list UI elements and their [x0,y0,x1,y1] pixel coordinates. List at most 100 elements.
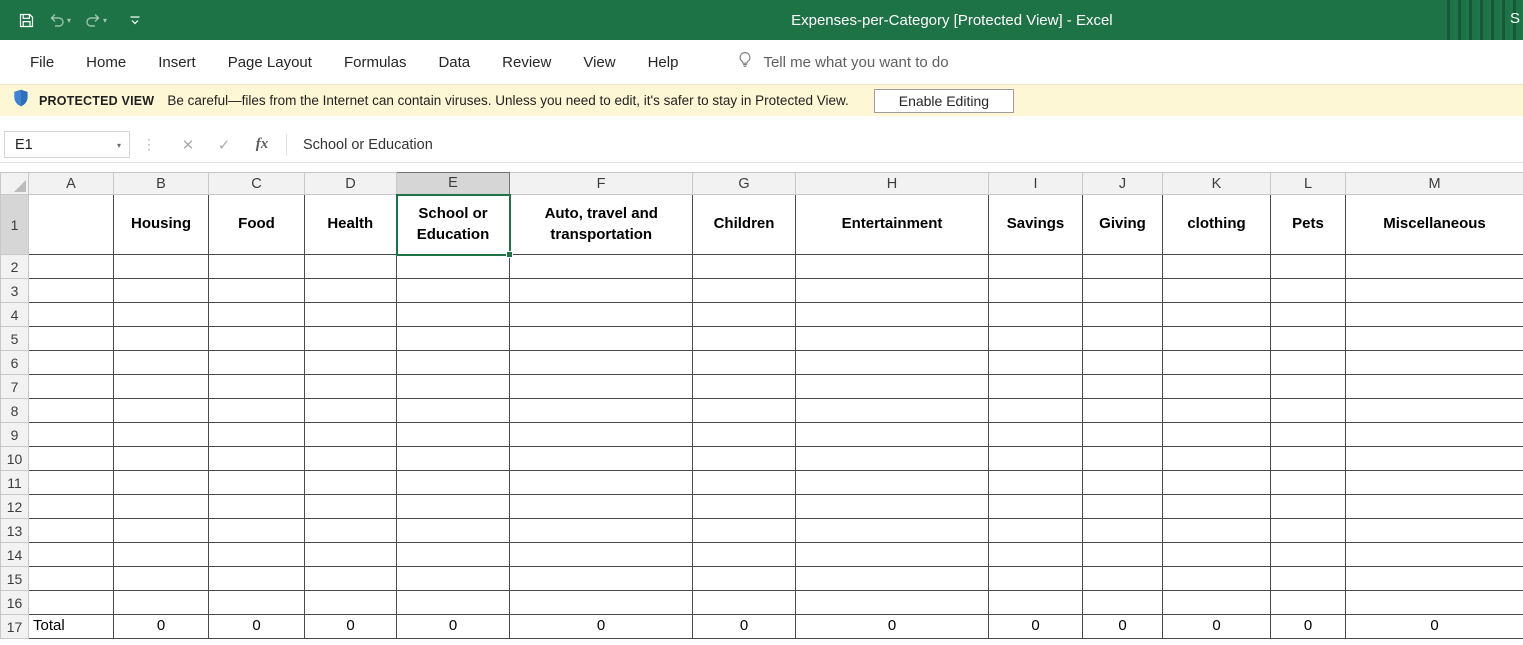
cell-E5[interactable] [397,327,510,351]
redo-dropdown-caret[interactable]: ▾ [103,16,107,25]
cell-L8[interactable] [1271,399,1346,423]
cell-I16[interactable] [989,591,1083,615]
cell-I12[interactable] [989,495,1083,519]
cell-G13[interactable] [693,519,796,543]
cell-L12[interactable] [1271,495,1346,519]
cell-L2[interactable] [1271,255,1346,279]
cell-B6[interactable] [114,351,209,375]
cell-E9[interactable] [397,423,510,447]
cell-A7[interactable] [29,375,114,399]
cell-H13[interactable] [796,519,989,543]
name-box[interactable]: E1 ▾ [4,131,130,158]
cell-B5[interactable] [114,327,209,351]
cell-G2[interactable] [693,255,796,279]
cell-L7[interactable] [1271,375,1346,399]
row-header-9[interactable]: 9 [1,423,29,447]
cell-K17[interactable]: 0 [1163,615,1271,639]
row-header-14[interactable]: 14 [1,543,29,567]
cell-K16[interactable] [1163,591,1271,615]
cell-C13[interactable] [209,519,305,543]
cell-K2[interactable] [1163,255,1271,279]
cell-G5[interactable] [693,327,796,351]
cell-A14[interactable] [29,543,114,567]
cell-G1[interactable]: Children [693,195,796,255]
cell-A12[interactable] [29,495,114,519]
cell-D1[interactable]: Health [305,195,397,255]
column-header-G[interactable]: G [693,173,796,195]
cell-D8[interactable] [305,399,397,423]
cell-C1[interactable]: Food [209,195,305,255]
cell-K12[interactable] [1163,495,1271,519]
cell-D2[interactable] [305,255,397,279]
row-header-3[interactable]: 3 [1,279,29,303]
row-header-2[interactable]: 2 [1,255,29,279]
cell-F5[interactable] [510,327,693,351]
cell-B12[interactable] [114,495,209,519]
row-header-8[interactable]: 8 [1,399,29,423]
cell-H4[interactable] [796,303,989,327]
cell-G6[interactable] [693,351,796,375]
cell-I5[interactable] [989,327,1083,351]
cell-M9[interactable] [1346,423,1523,447]
cell-H10[interactable] [796,447,989,471]
cell-I6[interactable] [989,351,1083,375]
cell-B4[interactable] [114,303,209,327]
cell-L6[interactable] [1271,351,1346,375]
cell-E13[interactable] [397,519,510,543]
cell-E12[interactable] [397,495,510,519]
cell-K8[interactable] [1163,399,1271,423]
cell-I17[interactable]: 0 [989,615,1083,639]
cell-F13[interactable] [510,519,693,543]
cell-B9[interactable] [114,423,209,447]
cell-D10[interactable] [305,447,397,471]
cell-H14[interactable] [796,543,989,567]
cell-M13[interactable] [1346,519,1523,543]
cell-H3[interactable] [796,279,989,303]
name-box-dropdown-caret[interactable]: ▾ [117,141,121,150]
formula-input[interactable]: School or Education [303,137,433,153]
enter-icon[interactable]: ✓ [206,136,242,154]
cell-L15[interactable] [1271,567,1346,591]
cell-D5[interactable] [305,327,397,351]
cell-M4[interactable] [1346,303,1523,327]
cell-J11[interactable] [1083,471,1163,495]
enable-editing-button[interactable]: Enable Editing [874,89,1014,113]
cell-K9[interactable] [1163,423,1271,447]
cell-D15[interactable] [305,567,397,591]
cell-K10[interactable] [1163,447,1271,471]
cell-J5[interactable] [1083,327,1163,351]
cell-D16[interactable] [305,591,397,615]
cell-E3[interactable] [397,279,510,303]
cell-B17[interactable]: 0 [114,615,209,639]
cell-M8[interactable] [1346,399,1523,423]
tab-home[interactable]: Home [70,40,142,84]
cell-C17[interactable]: 0 [209,615,305,639]
cell-B1[interactable]: Housing [114,195,209,255]
cell-K6[interactable] [1163,351,1271,375]
cell-A5[interactable] [29,327,114,351]
cell-I10[interactable] [989,447,1083,471]
cell-J17[interactable]: 0 [1083,615,1163,639]
cell-H6[interactable] [796,351,989,375]
cell-D4[interactable] [305,303,397,327]
cell-L5[interactable] [1271,327,1346,351]
cell-D7[interactable] [305,375,397,399]
cell-B3[interactable] [114,279,209,303]
tab-file[interactable]: File [14,40,70,84]
cell-M14[interactable] [1346,543,1523,567]
customize-toolbar-icon[interactable] [125,11,145,29]
cell-L16[interactable] [1271,591,1346,615]
cell-J6[interactable] [1083,351,1163,375]
cell-G3[interactable] [693,279,796,303]
cell-C9[interactable] [209,423,305,447]
cell-C14[interactable] [209,543,305,567]
cell-D6[interactable] [305,351,397,375]
cell-H16[interactable] [796,591,989,615]
cell-J14[interactable] [1083,543,1163,567]
cell-M11[interactable] [1346,471,1523,495]
cell-F1[interactable]: Auto, travel and transportation [510,195,693,255]
sign-in-partial[interactable]: S [1510,10,1520,27]
cell-J13[interactable] [1083,519,1163,543]
cell-F11[interactable] [510,471,693,495]
column-header-J[interactable]: J [1083,173,1163,195]
